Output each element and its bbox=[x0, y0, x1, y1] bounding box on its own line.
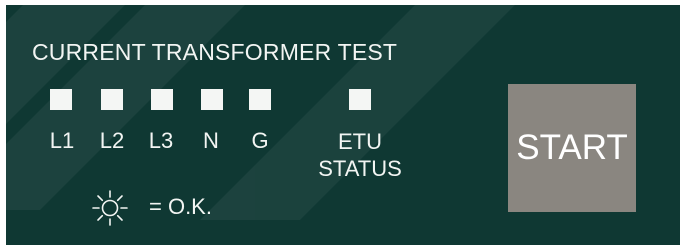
legend-text: = O.K. bbox=[149, 194, 212, 219]
panel-title: CURRENT TRANSFORMER TEST bbox=[32, 39, 398, 65]
indicator-label-l3: L3 bbox=[148, 128, 174, 153]
indicator-l3 bbox=[151, 89, 173, 110]
indicator-label-l2: L2 bbox=[99, 128, 125, 153]
indicator-label-n: N bbox=[203, 128, 219, 153]
test-panel: CURRENT TRANSFORMER TEST L1 L2 L3 N G ET… bbox=[6, 5, 680, 245]
indicator-etu-status bbox=[349, 89, 371, 110]
indicator-l1 bbox=[50, 89, 72, 110]
indicator-label-g: G bbox=[251, 128, 269, 153]
etu-status-label-line1: ETU bbox=[338, 129, 382, 154]
sun-icon bbox=[92, 190, 128, 226]
page: CURRENT TRANSFORMER TEST L1 L2 L3 N G ET… bbox=[0, 0, 681, 247]
start-button[interactable]: START bbox=[508, 84, 636, 212]
legend: = O.K. bbox=[90, 188, 270, 228]
indicator-l2 bbox=[101, 89, 123, 110]
indicator-label-l1: L1 bbox=[49, 128, 75, 153]
etu-status-label-line2: STATUS bbox=[318, 155, 402, 181]
etu-status-label: ETU STATUS bbox=[318, 129, 402, 183]
indicator-g bbox=[249, 89, 271, 110]
indicator-n bbox=[201, 89, 223, 110]
